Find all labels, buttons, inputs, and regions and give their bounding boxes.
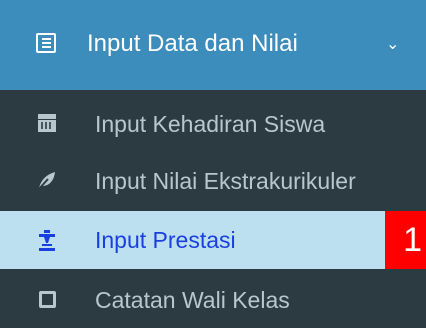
submenu-item-prestasi[interactable]: Input Prestasi	[0, 211, 385, 269]
submenu-item-kehadiran[interactable]: Input Kehadiran Siswa	[0, 96, 426, 152]
chevron-down-icon[interactable]: ⌄	[386, 30, 399, 60]
menu-header-input-data[interactable]: Input Data dan Nilai ⌄	[0, 0, 426, 90]
annotation-badge: 1	[385, 211, 426, 269]
submenu-item-ekstrakurikuler[interactable]: Input Nilai Ekstrakurikuler	[0, 153, 426, 209]
trophy-icon	[36, 229, 58, 251]
calendar-icon	[36, 112, 58, 134]
submenu-item-catatan-wali-kelas[interactable]: Catatan Wali Kelas	[0, 272, 426, 328]
sidebar-menu: Input Data dan Nilai ⌄ Input Kehadiran S…	[0, 0, 426, 328]
edit-icon	[36, 288, 58, 310]
list-alt-icon	[36, 33, 56, 53]
submenu-item-label: Input Kehadiran Siswa	[95, 111, 326, 137]
submenu-item-label: Input Prestasi	[95, 227, 236, 253]
submenu-item-label: Input Nilai Ekstrakurikuler	[95, 168, 356, 194]
leaf-icon	[36, 169, 58, 191]
submenu-item-label: Catatan Wali Kelas	[95, 287, 290, 313]
menu-header-label: Input Data dan Nilai	[87, 30, 298, 57]
